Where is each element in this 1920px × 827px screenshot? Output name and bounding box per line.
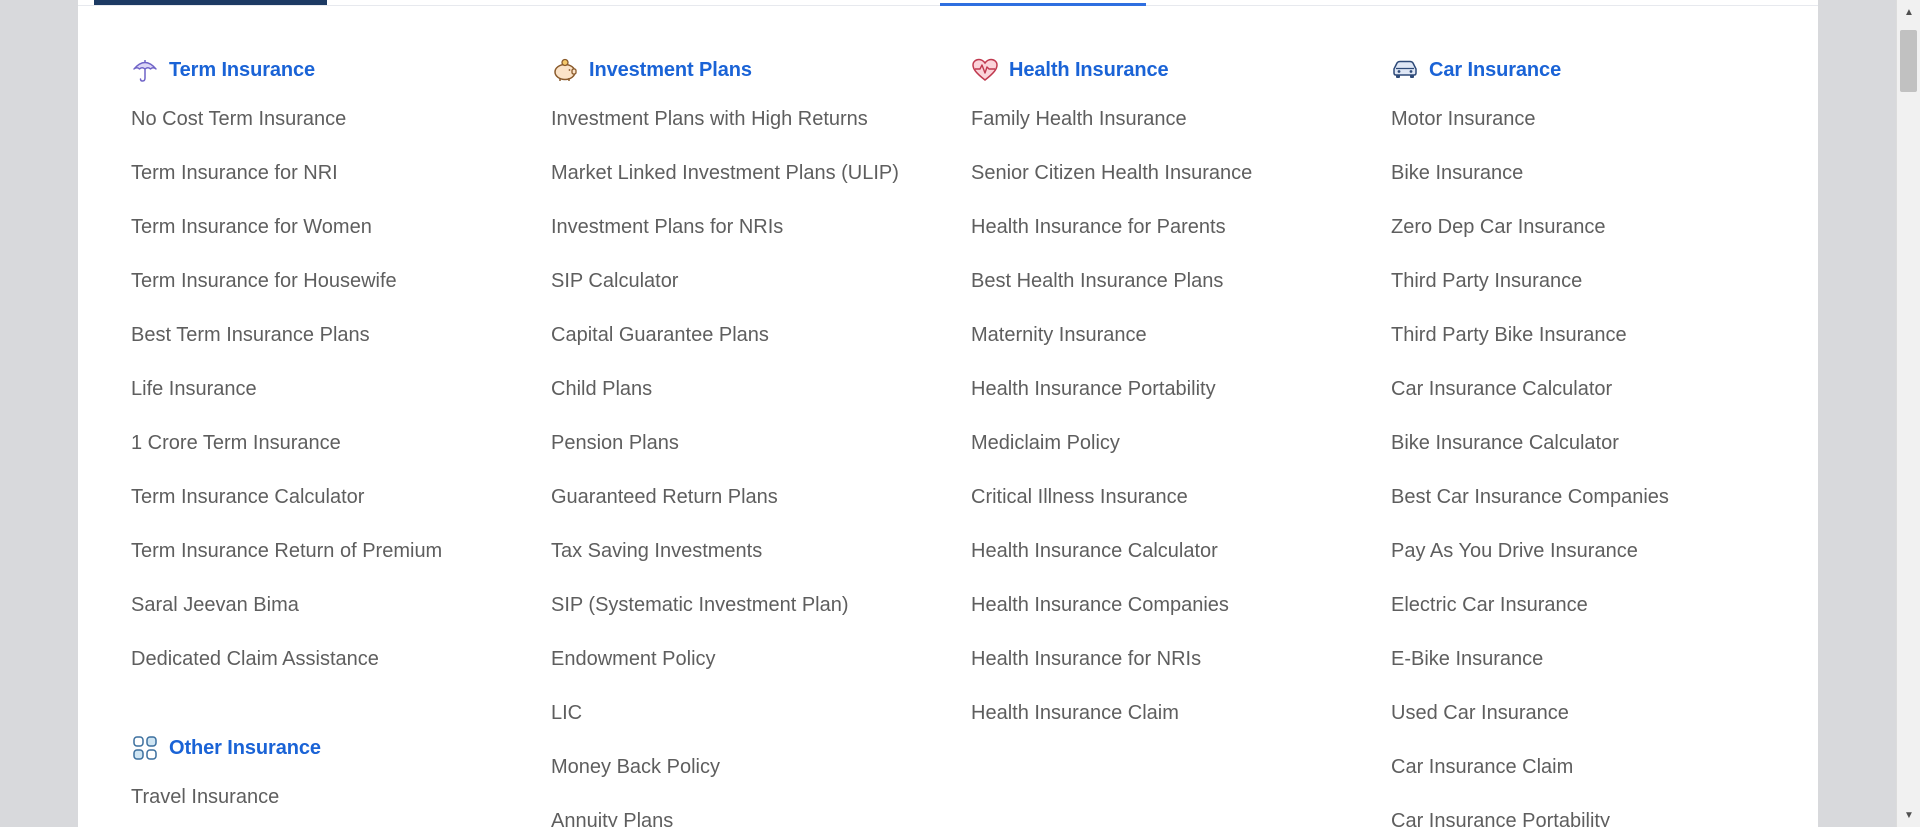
menu-link[interactable]: Term Insurance Calculator (131, 470, 541, 524)
scroll-down-arrow-icon[interactable]: ▼ (1897, 807, 1920, 823)
column-car-insurance: Car Insurance Motor Insurance Bike Insur… (1391, 48, 1801, 827)
menu-link[interactable]: Critical Illness Insurance (971, 470, 1381, 524)
menu-link[interactable]: Family Health Insurance (971, 92, 1381, 146)
grid-icon (131, 734, 159, 762)
menu-link[interactable]: Pay As You Drive Insurance (1391, 524, 1801, 578)
menu-link[interactable]: Child Plans (551, 362, 961, 416)
menu-link[interactable]: Bike Insurance (1391, 146, 1801, 200)
menu-link[interactable]: No Cost Term Insurance (131, 92, 541, 146)
menu-link[interactable]: Term Insurance for Women (131, 200, 541, 254)
menu-link[interactable]: Term Insurance Return of Premium (131, 524, 541, 578)
menu-link[interactable]: SIP (Systematic Investment Plan) (551, 578, 961, 632)
menu-link[interactable]: Annuity Plans (551, 794, 961, 827)
mega-menu-panel: Term Insurance No Cost Term Insurance Te… (78, 6, 1818, 827)
menu-link[interactable]: Term Insurance for Housewife (131, 254, 541, 308)
menu-link[interactable]: Life Insurance (131, 362, 541, 416)
column-header[interactable]: Car Insurance (1391, 48, 1801, 92)
column-header[interactable]: Health Insurance (971, 48, 1381, 92)
vertical-scrollbar[interactable]: ▲ ▼ (1896, 0, 1920, 827)
menu-link[interactable]: Best Health Insurance Plans (971, 254, 1381, 308)
column-title[interactable]: Term Insurance (169, 59, 315, 82)
menu-link[interactable]: Money Back Policy (551, 740, 961, 794)
car-icon (1391, 56, 1419, 84)
menu-link[interactable]: Mediclaim Policy (971, 416, 1381, 470)
menu-link[interactable]: Health Insurance Companies (971, 578, 1381, 632)
column-title[interactable]: Health Insurance (1009, 59, 1169, 82)
menu-link[interactable]: Car Insurance Portability (1391, 794, 1801, 827)
column-title[interactable]: Car Insurance (1429, 59, 1561, 82)
column-health-insurance: Health Insurance Family Health Insurance… (971, 48, 1381, 740)
menu-link[interactable]: Investment Plans with High Returns (551, 92, 961, 146)
menu-link[interactable]: Tax Saving Investments (551, 524, 961, 578)
menu-link[interactable]: LIC (551, 686, 961, 740)
menu-link[interactable]: Health Insurance Claim (971, 686, 1381, 740)
column-header-other[interactable]: Other Insurance (131, 726, 541, 770)
menu-link[interactable]: Market Linked Investment Plans (ULIP) (551, 146, 961, 200)
menu-link[interactable]: Saral Jeevan Bima (131, 578, 541, 632)
menu-link[interactable]: Motor Insurance (1391, 92, 1801, 146)
menu-link[interactable]: Capital Guarantee Plans (551, 308, 961, 362)
column-header[interactable]: Term Insurance (131, 48, 541, 92)
column-investment-plans: Investment Plans Investment Plans with H… (551, 48, 961, 827)
menu-link[interactable]: Investment Plans for NRIs (551, 200, 961, 254)
menu-link[interactable]: Electric Car Insurance (1391, 578, 1801, 632)
column-title[interactable]: Other Insurance (169, 737, 321, 760)
menu-link[interactable]: Best Term Insurance Plans (131, 308, 541, 362)
scroll-up-arrow-icon[interactable]: ▲ (1897, 4, 1920, 20)
menu-link[interactable]: Dedicated Claim Assistance (131, 632, 541, 686)
piggy-bank-icon (551, 56, 579, 84)
menu-link[interactable]: Used Car Insurance (1391, 686, 1801, 740)
column-title[interactable]: Investment Plans (589, 59, 752, 82)
column-header[interactable]: Investment Plans (551, 48, 961, 92)
menu-link[interactable]: Guaranteed Return Plans (551, 470, 961, 524)
menu-link[interactable]: Travel Insurance (131, 770, 541, 824)
menu-link[interactable]: Car Insurance Claim (1391, 740, 1801, 794)
menu-link[interactable]: E-Bike Insurance (1391, 632, 1801, 686)
column-term-insurance: Term Insurance No Cost Term Insurance Te… (131, 48, 541, 824)
active-tab-indicator-dark (94, 0, 327, 5)
menu-link[interactable]: Health Insurance Portability (971, 362, 1381, 416)
menu-link[interactable]: SIP Calculator (551, 254, 961, 308)
menu-link[interactable]: Health Insurance Calculator (971, 524, 1381, 578)
menu-link[interactable]: Third Party Bike Insurance (1391, 308, 1801, 362)
menu-link[interactable]: Health Insurance for Parents (971, 200, 1381, 254)
scrollbar-thumb[interactable] (1900, 30, 1917, 92)
menu-link[interactable]: Health Insurance for NRIs (971, 632, 1381, 686)
menu-link[interactable]: Best Car Insurance Companies (1391, 470, 1801, 524)
menu-link[interactable]: Bike Insurance Calculator (1391, 416, 1801, 470)
heartbeat-icon (971, 56, 999, 84)
umbrella-icon (131, 56, 159, 84)
menu-link[interactable]: Endowment Policy (551, 632, 961, 686)
menu-link[interactable]: Term Insurance for NRI (131, 146, 541, 200)
menu-link[interactable]: Zero Dep Car Insurance (1391, 200, 1801, 254)
menu-link[interactable]: Senior Citizen Health Insurance (971, 146, 1381, 200)
menu-link[interactable]: Car Insurance Calculator (1391, 362, 1801, 416)
menu-link[interactable]: Maternity Insurance (971, 308, 1381, 362)
menu-link[interactable]: Third Party Insurance (1391, 254, 1801, 308)
menu-link[interactable]: Pension Plans (551, 416, 961, 470)
menu-link[interactable]: 1 Crore Term Insurance (131, 416, 541, 470)
